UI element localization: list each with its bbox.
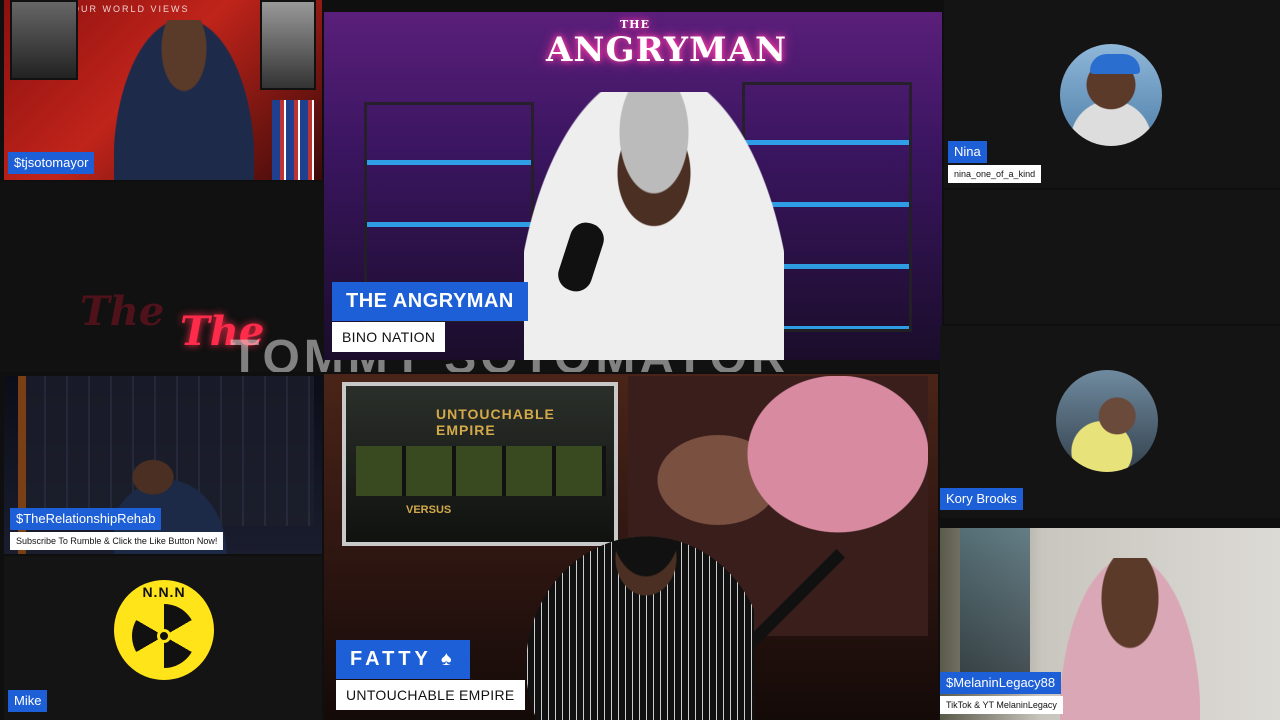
- watermark-script-1: The: [80, 288, 165, 335]
- avatar: [1060, 44, 1162, 146]
- tv-text-2: VERSUS: [406, 504, 452, 516]
- name-tag: $MelaninLegacy88: [940, 672, 1062, 695]
- subtitle-tag: TikTok & YT MelaninLegacy: [940, 696, 1063, 714]
- tv-poster-strip: [356, 446, 606, 496]
- name-tag: FATTY ♠: [336, 640, 470, 679]
- radiation-logo: N.N.N: [114, 580, 214, 680]
- video-tile-fatty[interactable]: UNTOUCHABLE EMPIRE VERSUS FATTY ♠ UNTOUC…: [324, 374, 938, 720]
- video-tile-nina[interactable]: Nina nina_one_of_a_kind: [944, 0, 1280, 188]
- name-tag: Kory Brooks: [940, 488, 1023, 511]
- participant-video: [524, 92, 784, 360]
- subtitle-tag: UNTOUCHABLE EMPIRE: [336, 680, 525, 710]
- wall-poster: [260, 0, 316, 90]
- studio-banner: YOUR WORLD VIEWS: [64, 4, 190, 14]
- name-tag: Nina: [948, 141, 987, 164]
- subtitle-tag: BINO NATION: [332, 322, 446, 352]
- avatar: [1056, 370, 1158, 472]
- name-tag: THE ANGRYMAN: [332, 282, 528, 321]
- participant-video: [114, 20, 254, 180]
- video-tile-kory-brooks[interactable]: Kory Brooks: [940, 326, 1280, 518]
- name-tag: $tjsotomayor: [8, 152, 95, 175]
- subtitle-tag: Subscribe To Rumble & Click the Like But…: [10, 532, 224, 550]
- video-tile-main-speaker[interactable]: THE ANGRYMAN THE ANGRYMAN BINO NATION: [324, 12, 942, 360]
- cap-icon: [1090, 54, 1140, 74]
- name-tag: $TheRelationshipRehab: [10, 508, 162, 531]
- subtitle-tag: nina_one_of_a_kind: [948, 165, 1042, 183]
- name-tag: Mike: [8, 690, 48, 713]
- angryman-neon-logo: THE ANGRYMAN: [546, 18, 788, 70]
- wall-tv: UNTOUCHABLE EMPIRE VERSUS: [342, 382, 618, 546]
- tv-text: UNTOUCHABLE EMPIRE: [436, 406, 555, 438]
- video-tile-relationship-rehab[interactable]: $TheRelationshipRehab Subscribe To Rumbl…: [4, 376, 322, 554]
- video-tile-melanin-legacy[interactable]: $MelaninLegacy88 TikTok & YT MelaninLega…: [940, 528, 1280, 720]
- background-plant: [960, 528, 1030, 678]
- video-tile-mike[interactable]: N.N.N Mike: [4, 556, 322, 720]
- radiation-center-icon: [157, 629, 171, 643]
- bookshelf: [272, 100, 314, 180]
- logo-text: N.N.N: [142, 584, 186, 600]
- logo-small-text: THE: [620, 18, 650, 31]
- participant-video: [1060, 558, 1200, 720]
- empty-tile: [944, 190, 1280, 324]
- video-tile-tjsotomayor[interactable]: YOUR WORLD VIEWS $tjsotomayor: [4, 0, 322, 180]
- logo-text: ANGRYMAN: [546, 30, 788, 70]
- wall-poster: [10, 0, 78, 80]
